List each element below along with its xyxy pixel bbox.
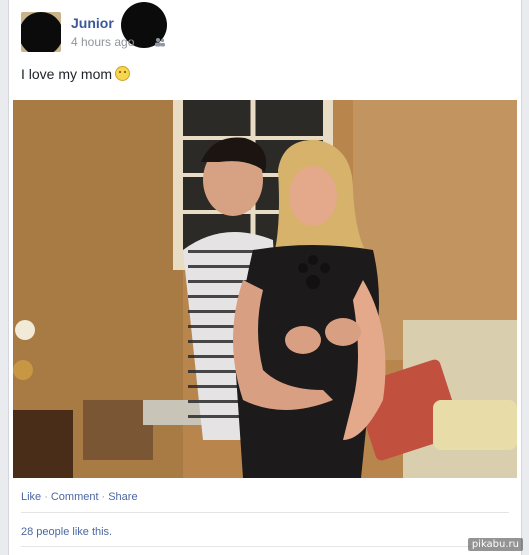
- author-name[interactable]: Junior: [71, 15, 114, 31]
- comment-button[interactable]: Comment: [51, 491, 99, 503]
- status-message: I love my mom: [21, 66, 113, 82]
- action-separator: ·: [44, 491, 48, 503]
- post-photo[interactable]: [13, 100, 517, 478]
- friends-icon[interactable]: [154, 37, 166, 47]
- divider: [21, 546, 509, 547]
- post-card: Junior 4 hours ago I love my mom Like · …: [8, 0, 522, 555]
- likes-count[interactable]: 28 people like this.: [21, 526, 112, 538]
- watermark: pikabu.ru: [467, 538, 523, 551]
- post-actions: Like · Comment · Share: [21, 491, 138, 503]
- photo-image: [13, 100, 517, 478]
- share-button[interactable]: Share: [108, 491, 137, 503]
- like-button[interactable]: Like: [21, 491, 41, 503]
- status-text: I love my mom: [21, 66, 131, 82]
- divider: [21, 512, 509, 513]
- post-timestamp[interactable]: 4 hours ago: [71, 35, 134, 49]
- smiley-emoji-icon: [115, 66, 131, 81]
- post-header: Junior 4 hours ago: [21, 2, 501, 54]
- author-avatar[interactable]: [21, 12, 61, 52]
- action-separator: ·: [101, 491, 106, 503]
- redaction-mark: [21, 12, 61, 52]
